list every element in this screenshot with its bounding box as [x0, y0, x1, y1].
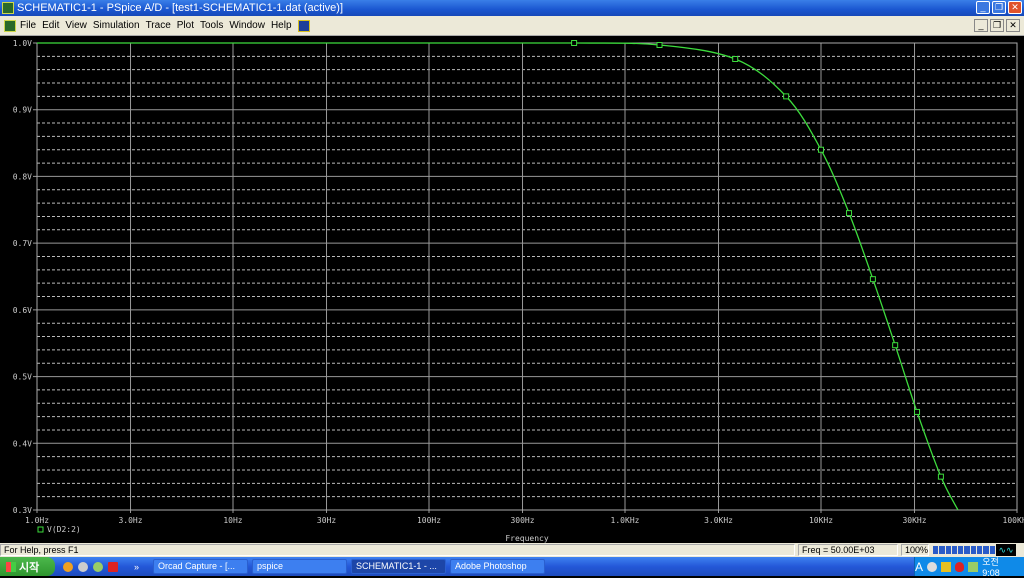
- title-bar: SCHEMATIC1-1 - PSpice A/D - [test1-SCHEM…: [0, 0, 1024, 16]
- menu-view[interactable]: View: [65, 20, 87, 31]
- menu-trace[interactable]: Trace: [146, 20, 171, 31]
- start-label: 시작: [19, 561, 40, 574]
- tray-icon-1[interactable]: [927, 561, 937, 572]
- x-tick-label: 30KHz: [902, 516, 926, 525]
- menu-window[interactable]: Window: [229, 20, 265, 31]
- progress-block: [939, 546, 945, 554]
- progress-block: [977, 546, 983, 554]
- x-tick-label: 1.0Hz: [25, 516, 49, 525]
- legend-label: V(D2:2): [47, 525, 81, 534]
- series-line-v-d2-2: [36, 42, 959, 511]
- menu-help[interactable]: Help: [271, 20, 292, 31]
- clock: 오전 9:08: [982, 557, 1000, 578]
- doc-close-button[interactable]: ✕: [1006, 19, 1020, 32]
- close-button[interactable]: ✕: [1008, 1, 1022, 14]
- progress-block: [951, 546, 958, 554]
- x-tick-label: 10KHz: [809, 516, 833, 525]
- menu-plot[interactable]: Plot: [177, 20, 194, 31]
- y-tick-label: 0.9V: [13, 106, 32, 115]
- restore-button[interactable]: ❐: [992, 1, 1006, 14]
- y-tick-label: 0.4V: [13, 439, 32, 448]
- simulation-progress-bar: [932, 545, 996, 555]
- progress-block: [958, 546, 964, 554]
- progress-block: [983, 546, 989, 554]
- doc-minimize-button[interactable]: _: [974, 19, 988, 32]
- data-marker: [571, 40, 578, 46]
- tray-icon-2[interactable]: [940, 561, 951, 572]
- data-marker: [937, 473, 944, 480]
- taskbar-schematic[interactable]: SCHEMATIC1-1 - ...: [351, 559, 447, 574]
- menu-simulation[interactable]: Simulation: [93, 20, 140, 31]
- data-marker: [892, 342, 899, 349]
- security-shield-icon[interactable]: [954, 561, 965, 572]
- pspice-app-icon: [2, 2, 14, 14]
- y-tick-label: 0.6V: [13, 306, 32, 315]
- firefox-icon[interactable]: [63, 561, 73, 572]
- data-marker: [846, 210, 853, 217]
- system-tray: A 오전 9:08: [914, 557, 1024, 578]
- taskbar: 시작 » Orcad Capture - [... pspice SCHEMAT…: [0, 557, 1024, 578]
- x-axis-label: Frequency: [505, 534, 549, 543]
- data-marker: [783, 93, 790, 100]
- menu-bar: File Edit View Simulation Trace Plot Too…: [0, 16, 1024, 36]
- menu-tools[interactable]: Tools: [200, 20, 223, 31]
- taskbar-photoshop[interactable]: Adobe Photoshop: [450, 559, 546, 574]
- y-tick-label: 1.0V: [13, 39, 32, 48]
- x-tick-label: 10Hz: [223, 516, 242, 525]
- zoom-readout: 100%: [901, 544, 929, 556]
- progress-block: [945, 546, 951, 554]
- x-tick-label: 1.0KHz: [611, 516, 640, 525]
- menu-edit[interactable]: Edit: [42, 20, 59, 31]
- minimize-button[interactable]: _: [976, 1, 990, 14]
- quicklaunch-more[interactable]: »: [134, 562, 139, 572]
- window-title: SCHEMATIC1-1 - PSpice A/D - [test1-SCHEM…: [17, 2, 344, 14]
- tray-icon-4[interactable]: [968, 561, 979, 572]
- document-icon[interactable]: [4, 19, 16, 32]
- status-bar: For Help, press F1 Freq = 50.00E+03 100%…: [0, 543, 1024, 557]
- x-tick-label: 100KHz: [1003, 516, 1024, 525]
- y-tick-label: 0.7V: [13, 239, 32, 248]
- windows-logo-icon: [6, 561, 16, 572]
- toolbar-icon[interactable]: [297, 19, 310, 32]
- data-marker: [869, 276, 876, 283]
- taskbar-pspice-folder[interactable]: pspice: [252, 559, 348, 574]
- y-tick-label: 0.5V: [13, 373, 32, 382]
- data-marker: [656, 42, 663, 49]
- menu-file[interactable]: File: [20, 20, 36, 31]
- data-marker: [914, 408, 921, 415]
- y-tick-label: 0.3V: [13, 506, 32, 515]
- progress-block: [970, 546, 977, 554]
- help-status: For Help, press F1: [0, 544, 795, 556]
- legend-marker: [37, 526, 44, 533]
- progress-block: [933, 546, 939, 554]
- y-tick-label: 0.8V: [13, 172, 32, 181]
- x-tick-label: 3.0Hz: [118, 516, 142, 525]
- doc-restore-button[interactable]: ❐: [990, 19, 1004, 32]
- x-tick-label: 3.0KHz: [704, 516, 733, 525]
- media-icon[interactable]: [78, 561, 88, 572]
- progress-block: [964, 546, 970, 554]
- data-marker: [732, 56, 739, 63]
- freq-readout: Freq = 50.00E+03: [798, 544, 898, 556]
- taskbar-orcad-capture[interactable]: Orcad Capture - [...: [153, 559, 249, 574]
- probe-plot[interactable]: 1.0V 0.9V 0.8V 0.7V 0.6V 0.5V 0.4V 0.3V1.0Hz 3.0…: [0, 36, 1024, 543]
- pencil-icon[interactable]: [93, 561, 103, 572]
- x-tick-label: 30Hz: [317, 516, 336, 525]
- yahoo-icon[interactable]: [108, 561, 118, 572]
- x-tick-label: 100Hz: [417, 516, 441, 525]
- x-tick-label: 300Hz: [510, 516, 534, 525]
- progress-block: [989, 546, 995, 554]
- data-marker: [818, 146, 824, 153]
- ime-indicator[interactable]: A: [915, 560, 923, 574]
- start-button[interactable]: 시작: [0, 557, 55, 576]
